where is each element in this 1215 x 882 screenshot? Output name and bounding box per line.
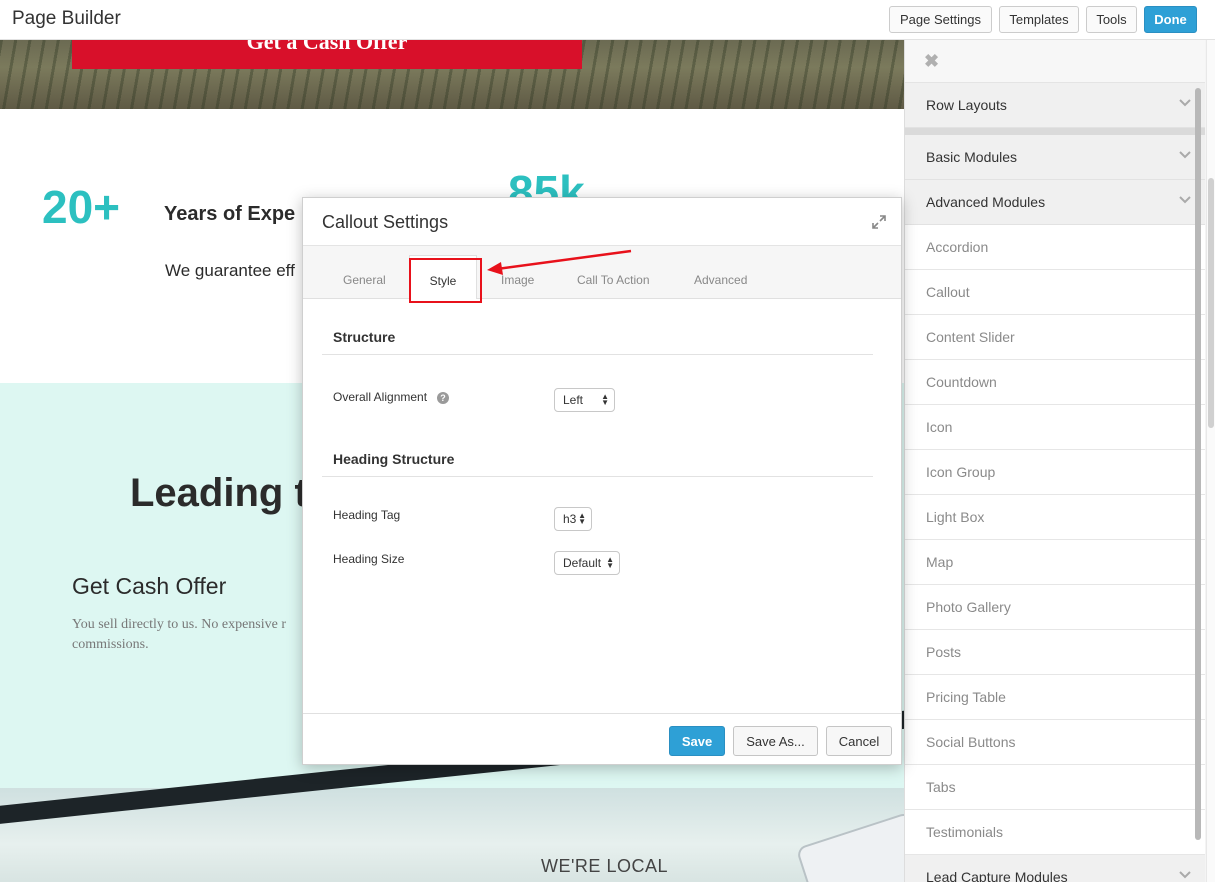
close-icon[interactable]: ✖ bbox=[924, 51, 939, 72]
tab-general[interactable]: General bbox=[343, 273, 386, 287]
modules-panel: ✖ Row Layouts Basic Modules Advanced Mod… bbox=[904, 40, 1215, 882]
module-label: Tabs bbox=[926, 779, 956, 795]
stat-label: Years of Expe bbox=[164, 203, 296, 225]
help-icon[interactable]: ? bbox=[437, 392, 449, 404]
overall-alignment-label: Overall Alignment bbox=[333, 390, 428, 404]
style-tab-highlight bbox=[409, 258, 482, 303]
module-label: Countdown bbox=[926, 374, 997, 390]
module-item[interactable]: Posts bbox=[905, 630, 1205, 675]
top-bar: Page Builder Page Settings Templates Too… bbox=[0, 0, 1215, 40]
module-item[interactable]: Countdown bbox=[905, 360, 1205, 405]
module-item[interactable]: Pricing Table bbox=[905, 675, 1205, 720]
panel-close-bar: ✖ bbox=[905, 40, 1205, 83]
app-title: Page Builder bbox=[12, 8, 121, 29]
get-cash-offer-title: Get Cash Offer bbox=[72, 573, 227, 599]
advanced-modules-label: Advanced Modules bbox=[926, 194, 1046, 210]
page-settings-button[interactable]: Page Settings bbox=[889, 6, 992, 33]
module-item[interactable]: Testimonials bbox=[905, 810, 1205, 855]
overall-alignment-select[interactable]: Left ▲ ▼ bbox=[554, 388, 615, 412]
select-arrows-icon: ▲ ▼ bbox=[606, 555, 614, 570]
basic-modules-section[interactable]: Basic Modules bbox=[905, 135, 1205, 180]
save-as-button[interactable]: Save As... bbox=[733, 726, 818, 756]
save-button[interactable]: Save bbox=[669, 726, 725, 756]
module-label: Icon Group bbox=[926, 464, 996, 480]
heading-size-select[interactable]: Default ▲ ▼ bbox=[554, 551, 620, 575]
chevron-down-icon bbox=[1179, 95, 1191, 107]
done-button[interactable]: Done bbox=[1144, 6, 1197, 33]
module-item[interactable]: Photo Gallery bbox=[905, 585, 1205, 630]
module-item[interactable]: Map bbox=[905, 540, 1205, 585]
stat-number: 20+ bbox=[42, 181, 121, 233]
module-label: Light Box bbox=[926, 509, 985, 525]
module-label: Icon bbox=[926, 419, 953, 435]
stat-subtext: We guarantee eff bbox=[165, 261, 295, 280]
module-item[interactable]: Icon Group bbox=[905, 450, 1205, 495]
tab-advanced[interactable]: Advanced bbox=[694, 273, 747, 287]
advanced-modules-section[interactable]: Advanced Modules bbox=[905, 180, 1205, 225]
module-label: Posts bbox=[926, 644, 962, 660]
module-label: Accordion bbox=[926, 239, 989, 255]
panel-scrollbar[interactable] bbox=[1195, 88, 1201, 840]
module-item[interactable]: Social Buttons bbox=[905, 720, 1205, 765]
module-label: Map bbox=[926, 554, 954, 570]
stat-number-2: 85k bbox=[508, 166, 585, 197]
module-label: Photo Gallery bbox=[926, 599, 1011, 615]
lead-capture-modules-section[interactable]: Lead Capture Modules bbox=[905, 855, 1205, 882]
pointer-arrow-icon bbox=[487, 249, 632, 275]
page-scrollbar-track[interactable] bbox=[1206, 40, 1215, 882]
heading-tag-label: Heading Tag bbox=[333, 508, 401, 522]
dialog-title: Callout Settings bbox=[322, 212, 449, 232]
photo-device bbox=[795, 811, 904, 882]
dialog-header: Callout Settings bbox=[303, 198, 901, 246]
select-arrows-icon: ▲ ▼ bbox=[601, 392, 609, 407]
module-label: Pricing Table bbox=[926, 689, 1006, 705]
structure-heading: Structure bbox=[333, 329, 396, 345]
select-arrows-icon: ▲ ▼ bbox=[578, 511, 586, 526]
row-layouts-section[interactable]: Row Layouts bbox=[905, 83, 1205, 128]
module-label: Testimonials bbox=[926, 824, 1004, 840]
heading-tag-select[interactable]: h3 ▲ ▼ bbox=[554, 507, 592, 531]
row-layouts-label: Row Layouts bbox=[926, 97, 1007, 113]
module-item[interactable]: Tabs bbox=[905, 765, 1205, 810]
get-cash-offer-text: You sell directly to us. No expensive r … bbox=[72, 617, 286, 652]
page-scrollbar-thumb[interactable] bbox=[1208, 178, 1214, 428]
divider bbox=[322, 354, 873, 355]
section-heading: Leading t bbox=[130, 471, 308, 515]
we-are-local-text: WE'RE LOCAL bbox=[541, 856, 668, 876]
cancel-button[interactable]: Cancel bbox=[826, 726, 892, 756]
chevron-down-icon bbox=[1179, 867, 1191, 879]
overall-alignment-value: Left bbox=[563, 393, 584, 407]
chevron-down-icon bbox=[1179, 147, 1191, 159]
local-photo-section: WE'RE LOCAL bbox=[0, 705, 904, 882]
chevron-down-icon bbox=[1179, 192, 1191, 204]
module-item[interactable]: Light Box bbox=[905, 495, 1205, 540]
heading-size-value: Default bbox=[563, 556, 602, 570]
module-item[interactable]: Icon bbox=[905, 405, 1205, 450]
callout-settings-dialog: Callout Settings General Style Image Cal… bbox=[302, 197, 902, 765]
hero-cta-button[interactable]: Get a Cash Offer bbox=[72, 40, 582, 69]
templates-button[interactable]: Templates bbox=[999, 6, 1079, 33]
hero-image: Get a Cash Offer bbox=[0, 40, 904, 109]
module-label: Social Buttons bbox=[926, 734, 1016, 750]
heading-size-label: Heading Size bbox=[333, 552, 405, 566]
heading-tag-value: h3 bbox=[563, 512, 577, 526]
section-separator bbox=[905, 128, 1205, 135]
expand-icon[interactable] bbox=[871, 214, 887, 230]
module-label: Callout bbox=[926, 284, 970, 300]
tools-button[interactable]: Tools bbox=[1086, 6, 1137, 33]
module-item[interactable]: Callout bbox=[905, 270, 1205, 315]
divider bbox=[322, 476, 873, 477]
module-item[interactable]: Accordion bbox=[905, 225, 1205, 270]
dialog-footer: Save Save As... Cancel bbox=[303, 713, 901, 764]
heading-structure-heading: Heading Structure bbox=[333, 451, 455, 467]
lead-capture-modules-label: Lead Capture Modules bbox=[926, 869, 1068, 882]
module-item[interactable]: Content Slider bbox=[905, 315, 1205, 360]
basic-modules-label: Basic Modules bbox=[926, 149, 1018, 165]
module-label: Content Slider bbox=[926, 329, 1015, 345]
